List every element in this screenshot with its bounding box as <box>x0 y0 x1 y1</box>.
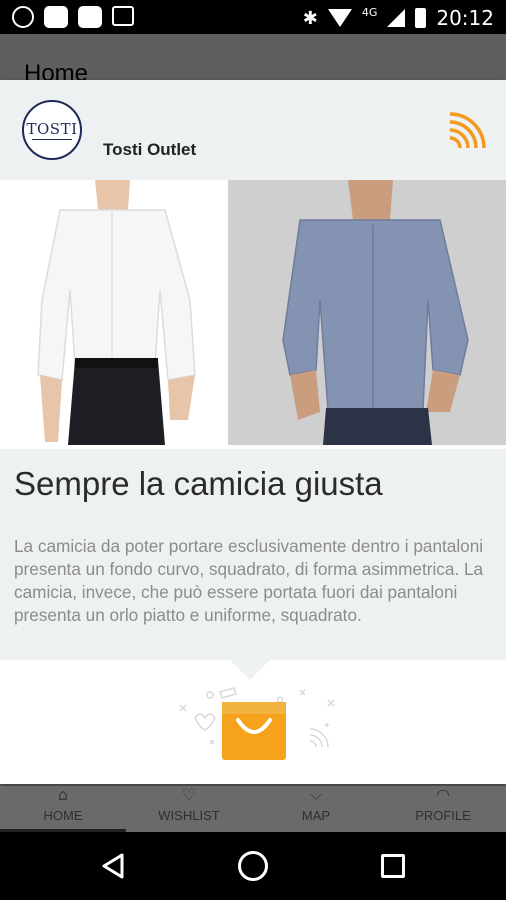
bottom-navigation: ⌂ HOME ♡ WISHLIST ⌵ MAP ◠ PROFILE <box>0 786 506 832</box>
store-logo: TOSTI <box>22 100 82 160</box>
notification-icons <box>12 6 134 28</box>
notification-icon <box>78 6 102 28</box>
store-popup[interactable]: TOSTI Tosti Outlet Sempre la camicia giu… <box>0 80 506 784</box>
person-icon: ◠ <box>436 785 450 804</box>
nav-profile[interactable]: ◠ PROFILE <box>380 786 506 832</box>
clock: 20:12 <box>436 6 494 30</box>
map-pin-icon: ⌵ <box>309 785 323 804</box>
network-type: 4G <box>361 5 378 19</box>
white-shirt-photo <box>0 180 226 445</box>
rss-icon[interactable] <box>446 110 486 150</box>
product-images <box>0 180 506 445</box>
nav-map[interactable]: ⌵ MAP <box>253 786 379 832</box>
image-icon <box>112 6 134 26</box>
system-icons: ✱ 4G 20:12 <box>302 5 494 31</box>
home-button-icon[interactable] <box>238 851 268 881</box>
status-bar: ✱ 4G 20:12 <box>0 0 506 34</box>
back-icon[interactable] <box>98 850 130 882</box>
article-headline: Sempre la camicia giusta <box>14 465 383 502</box>
home-icon: ⌂ <box>57 785 69 804</box>
battery-icon <box>415 8 427 28</box>
recents-icon[interactable] <box>381 854 405 878</box>
nav-map-label: MAP <box>301 808 331 823</box>
nav-wishlist[interactable]: ♡ WISHLIST <box>126 786 252 832</box>
whatsapp-icon <box>12 6 34 28</box>
logo-divider <box>32 139 72 140</box>
system-nav-bar <box>0 832 506 900</box>
logo-text: TOSTI <box>26 120 78 138</box>
article-content: Sempre la camicia giusta La camicia da p… <box>0 449 506 660</box>
signal-icon <box>387 9 406 27</box>
nav-wishlist-label: WISHLIST <box>158 808 220 823</box>
article-body: La camicia da poter portare esclusivamen… <box>14 536 484 625</box>
nav-profile-label: PROFILE <box>415 808 471 823</box>
nav-home[interactable]: ⌂ HOME <box>0 786 126 832</box>
shopping-bag-illustration[interactable] <box>170 680 340 770</box>
bluetooth-icon: ✱ <box>302 7 318 29</box>
wifi-icon <box>327 9 352 27</box>
popup-header: TOSTI Tosti Outlet <box>0 80 506 180</box>
nav-home-label: HOME <box>43 808 83 823</box>
notification-icon <box>44 6 68 28</box>
store-name: Tosti Outlet <box>103 140 197 159</box>
blue-shirt-photo <box>228 180 506 445</box>
heart-icon: ♡ <box>181 785 197 804</box>
speech-notch <box>230 660 270 680</box>
